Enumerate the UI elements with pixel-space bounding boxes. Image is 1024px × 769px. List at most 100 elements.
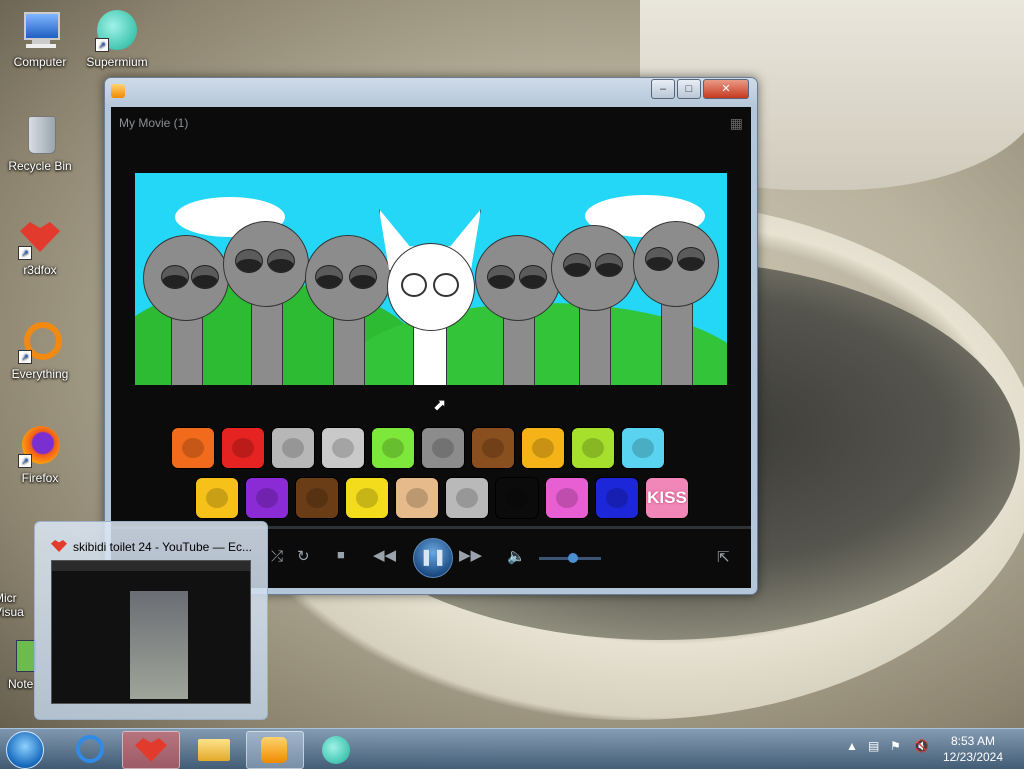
r3dfox-icon <box>135 738 167 762</box>
start-button[interactable] <box>6 731 44 769</box>
pink-bow-sound-button[interactable] <box>545 477 589 519</box>
blue-bear-sound-button[interactable] <box>621 427 665 469</box>
tv-sound-button[interactable] <box>445 477 489 519</box>
monitor-robot-icon <box>332 438 354 458</box>
recycle-bin-icon <box>18 112 62 156</box>
flower-icon <box>382 438 404 458</box>
purple-sound-button[interactable] <box>245 477 289 519</box>
media-player-icon <box>111 84 125 98</box>
desktop-icon-r3dfox[interactable]: ↗ r3dfox <box>0 216 80 277</box>
taskbar-app-media-player[interactable] <box>246 731 304 769</box>
switch-to-library-icon[interactable]: ▦ <box>730 115 743 132</box>
maximize-button[interactable]: □ <box>677 79 701 99</box>
r3dfox-icon: ↗ <box>18 216 62 260</box>
sun-sound-button[interactable] <box>195 477 239 519</box>
taskbar-thumbnail-preview[interactable]: skibidi toilet 24 - YouTube — Ec... <box>34 521 268 720</box>
tv-icon <box>456 488 478 508</box>
character-gray-3 <box>305 235 391 385</box>
hat-sound-button[interactable] <box>395 477 439 519</box>
volume-knob[interactable] <box>568 553 579 563</box>
clock-date: 12/23/2024 <box>942 750 1004 764</box>
pink-bow-icon <box>556 488 578 508</box>
character-gray-4 <box>475 235 561 385</box>
video-frame[interactable] <box>135 173 727 385</box>
desktop-icon-firefox[interactable]: ↗ Firefox <box>0 424 80 485</box>
previous-button[interactable]: ◀◀ <box>373 546 396 564</box>
green-spikes-icon <box>582 438 604 458</box>
silver-disc-sound-button[interactable] <box>271 427 315 469</box>
purple-icon <box>256 488 278 508</box>
taskbar: ▲ ▤ ⚑ 🔇 8:53 AM 12/23/2024 <box>0 728 1024 769</box>
monitor-robot-sound-button[interactable] <box>321 427 365 469</box>
flower-sound-button[interactable] <box>371 427 415 469</box>
media-player-window[interactable]: – □ ✕ My Movie (1) ▦ ⬈ KISS ⤮ ↻ ■ ◀◀ ❚❚ … <box>104 77 758 595</box>
computer-icon <box>18 8 62 52</box>
red-mouth-sound-button[interactable] <box>221 427 265 469</box>
system-clock[interactable]: 8:53 AM 12/23/2024 <box>938 733 1008 765</box>
close-button[interactable]: ✕ <box>703 79 749 99</box>
volume-muted-icon[interactable]: 🔇 <box>914 739 929 753</box>
brown-paper-sound-button[interactable] <box>471 427 515 469</box>
desktop-icon-recycle-bin[interactable]: Recycle Bin <box>0 112 80 173</box>
desktop-icon-visual-studio[interactable]: Micr Visua <box>0 545 34 633</box>
network-icon[interactable]: ▤ <box>868 739 879 753</box>
desktop-icon-label: Micr Visua <box>0 591 24 619</box>
minimize-button[interactable]: – <box>651 79 675 99</box>
character-white-cat <box>379 209 481 385</box>
silver-disc-icon <box>282 438 304 458</box>
media-player-icon <box>261 737 287 763</box>
desktop-icon-label: Supermium <box>86 55 148 69</box>
everything-icon: ↗ <box>18 320 62 364</box>
character-gray-6 <box>633 221 719 385</box>
crown-icon <box>506 488 528 508</box>
clock-time: 8:53 AM <box>950 734 996 748</box>
pause-button[interactable]: ❚❚ <box>413 538 453 578</box>
desktop-icon-label: Computer <box>13 55 67 69</box>
supermium-icon: ↗ <box>95 8 139 52</box>
thumbnail-title: skibidi toilet 24 - YouTube — Ec... <box>73 540 252 554</box>
dark-blue-sound-button[interactable] <box>595 477 639 519</box>
desktop-icon-supermium[interactable]: ↗ Supermium <box>77 8 157 69</box>
action-center-icon[interactable]: ⚑ <box>890 739 901 753</box>
shuffle-icon[interactable]: ⤮ <box>271 548 283 565</box>
stop-button[interactable]: ■ <box>337 547 345 562</box>
yellow-drops-sound-button[interactable] <box>345 477 389 519</box>
yellow-drops-icon <box>356 488 378 508</box>
explorer-icon <box>198 739 230 761</box>
dark-blue-icon <box>606 488 628 508</box>
kiss-sound-button[interactable]: KISS <box>645 477 689 519</box>
firefox-icon: ↗ <box>18 424 62 468</box>
switch-to-now-playing-icon[interactable]: ⇱ <box>717 548 730 566</box>
show-hidden-icons-button[interactable]: ▲ <box>846 739 858 753</box>
taskbar-app-r3dfox[interactable] <box>122 731 180 769</box>
thumbnail-image <box>51 560 251 704</box>
movie-title: My Movie (1) <box>119 116 189 130</box>
volume-slider[interactable] <box>539 553 601 563</box>
orange-frown-sound-button[interactable] <box>171 427 215 469</box>
character-gray-5 <box>551 225 637 385</box>
taskbar-app-supermium[interactable] <box>308 731 364 767</box>
crown-sound-button[interactable] <box>495 477 539 519</box>
desktop-icon-computer[interactable]: Computer <box>0 8 80 69</box>
green-spikes-sound-button[interactable] <box>571 427 615 469</box>
repeat-icon[interactable]: ↻ <box>297 547 310 565</box>
desktop-icon-label: Recycle Bin <box>8 159 72 173</box>
brown-paper-icon <box>482 438 504 458</box>
taskbar-app-ie[interactable] <box>62 731 118 767</box>
volume-icon[interactable]: 🔈 <box>507 547 526 565</box>
red-mouth-icon <box>232 438 254 458</box>
cat-ears-icon <box>432 438 454 458</box>
taskbar-app-explorer[interactable] <box>186 731 242 767</box>
character-gray-1 <box>143 235 229 385</box>
blue-bear-icon <box>632 438 654 458</box>
yellow-glasses-sound-button[interactable] <box>521 427 565 469</box>
next-button[interactable]: ▶▶ <box>459 546 482 564</box>
cat-ears-sound-button[interactable] <box>421 427 465 469</box>
desktop-icon-label: Firefox <box>21 471 59 485</box>
desktop-icon-notepad[interactable]: Note <box>0 636 36 691</box>
desktop-icon-everything[interactable]: ↗ Everything <box>0 320 80 381</box>
tree-sound-button[interactable] <box>295 477 339 519</box>
sun-icon <box>206 488 228 508</box>
ie-icon <box>76 735 104 763</box>
notepad-icon <box>16 636 36 674</box>
